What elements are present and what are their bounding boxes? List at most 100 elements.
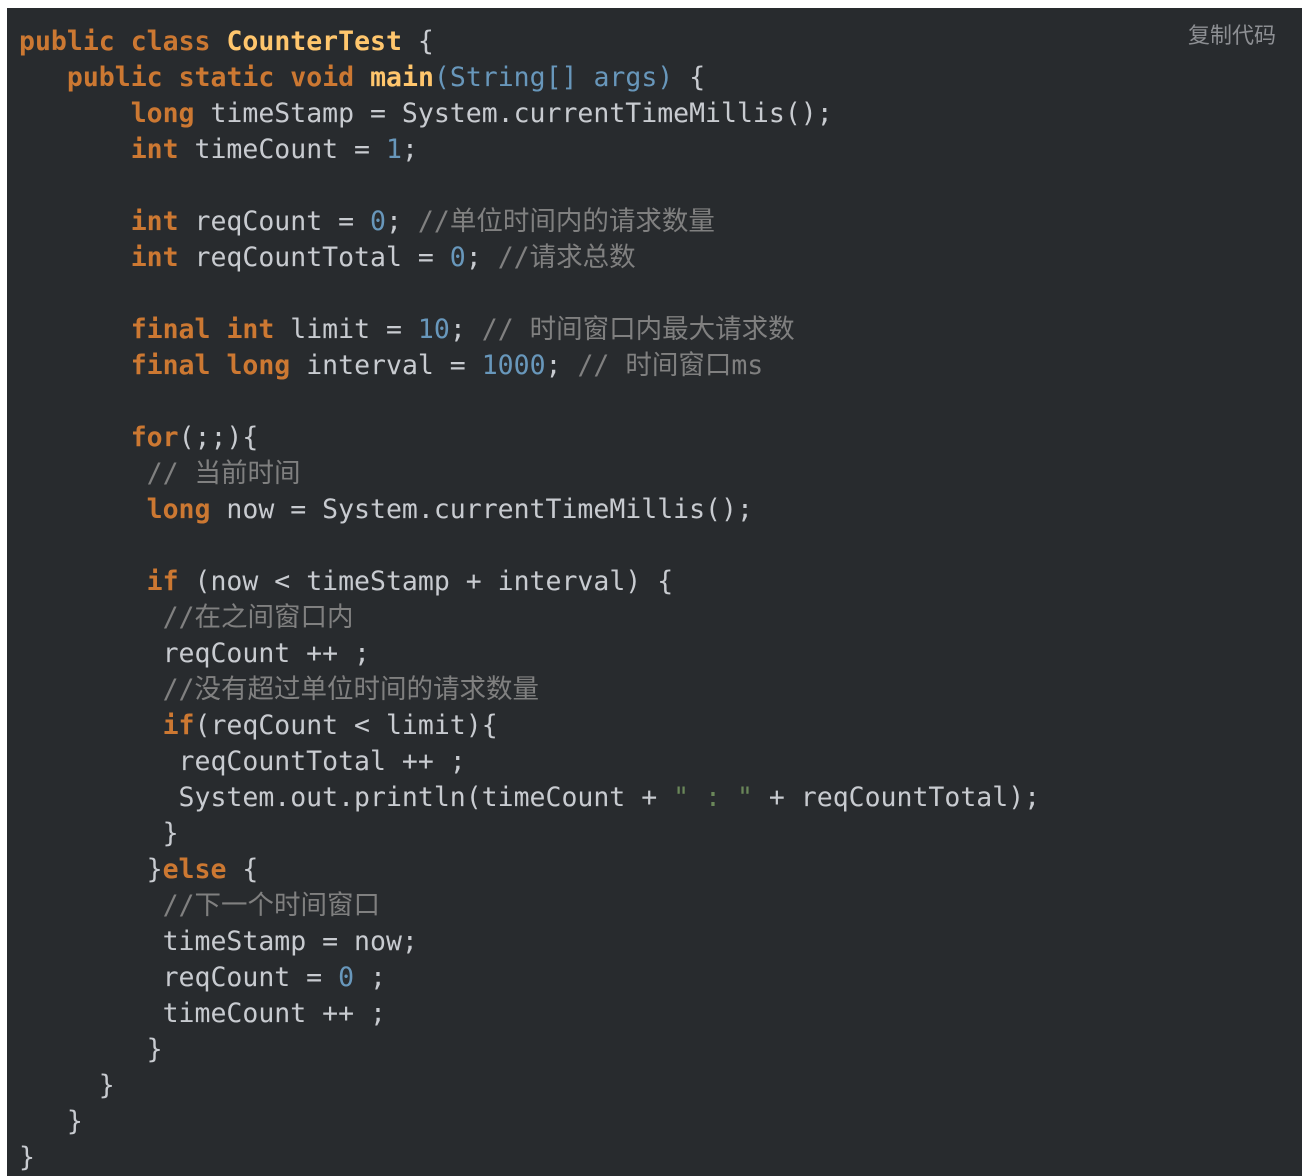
code-line: } [19,1032,1040,1068]
code-token: (now < timeStamp + interval) { [178,566,674,597]
code-token: public [19,26,115,57]
code-token: } [19,1070,115,1101]
code-token: //下一个时间窗口 [162,890,381,921]
code-token: timeCount = [178,134,386,165]
code-line: } [19,1068,1040,1104]
code-token: } [19,1034,163,1065]
code-token: int [130,206,179,237]
code-line: final int limit = 10; // 时间窗口内最大请求数 [19,312,1040,348]
code-line: for(;;){ [19,420,1040,456]
code-line: long now = System.currentTimeMillis(); [19,492,1040,528]
code-line: if (now < timeStamp + interval) { [19,564,1040,600]
code-token: } [19,818,179,849]
code-token: } [19,854,163,885]
code-token: (String[] args) [433,62,674,93]
code-token: class [130,26,211,57]
code-line: //下一个时间窗口 [19,888,1040,924]
code-block: 复制代码 public class CounterTest { public s… [7,8,1302,1176]
code-line: System.out.println(timeCount + " : " + r… [19,780,1041,816]
code-token: long [226,350,291,381]
code-line: //没有超过单位时间的请求数量 [19,672,1040,708]
code-token: public [66,62,163,93]
code-line: timeCount ++ ; [19,996,1040,1032]
code-token: 1 [385,134,402,165]
code-token: else [162,854,227,885]
code-token: if [146,566,179,597]
code-token: final [130,314,211,345]
code-token: { [401,26,434,57]
code-token: int [130,134,179,165]
code-token: " : " [673,782,753,813]
code-line: } [19,816,1040,852]
code-line: } [19,1104,1040,1140]
code-token: reqCountTotal ++ ; [19,746,466,777]
code-token: CounterTest [226,26,402,57]
code-token: } [19,1142,35,1173]
code-token: { [673,62,706,93]
code-token: void [290,62,355,93]
code-token: timeStamp = System.currentTimeMillis(); [194,98,833,129]
code-token: 10 [417,314,450,345]
code-line: reqCount = 0 ; [19,960,1040,996]
code-token: main [370,62,434,93]
code-token: // 时间窗口内最大请求数 [481,314,795,345]
code-token: reqCount ++ ; [19,638,370,669]
code-line: }else { [19,852,1040,888]
code-token: final [130,350,211,381]
code-token: interval = [290,350,482,381]
code-token: for [130,422,179,453]
code-token: ; [449,314,482,345]
code-line: timeStamp = now; [19,924,1040,960]
code-line: long timeStamp = System.currentTimeMilli… [19,96,1040,132]
code-line: int reqCountTotal = 0; //请求总数 [19,240,1040,276]
code-line: // 当前时间 [19,456,1040,492]
code-token: long [130,98,195,129]
code-token: static [178,62,275,93]
code-line: } [19,1140,1040,1176]
code-token: //没有超过单位时间的请求数量 [162,674,540,705]
code-content: public class CounterTest { public static… [19,24,1040,1176]
code-line: public class CounterTest { [19,24,1040,60]
code-token: limit = [274,314,418,345]
code-line: reqCount ++ ; [19,636,1040,672]
code-token: int [226,314,275,345]
code-token: timeStamp = now; [19,926,418,957]
code-token: // 时间窗口ms [577,350,764,381]
copy-code-button[interactable]: 复制代码 [1188,18,1276,50]
code-token: //在之间窗口内 [162,602,354,633]
code-token: 1000 [481,350,546,381]
code-token: 0 [449,242,466,273]
code-token: ; [385,206,418,237]
code-token: if [162,710,195,741]
code-token: { [226,854,259,885]
code-line: int timeCount = 1; [19,132,1040,168]
code-token: ; [354,962,386,993]
code-token: // 当前时间 [146,458,301,489]
code-line: final long interval = 1000; // 时间窗口ms [19,348,1040,384]
code-line: int reqCount = 0; //单位时间内的请求数量 [19,204,1040,240]
code-token: timeCount ++ ; [19,998,386,1029]
code-token: ; [465,242,498,273]
code-token: reqCountTotal = [178,242,450,273]
code-token: (;;){ [178,422,259,453]
code-token: 0 [370,206,386,237]
